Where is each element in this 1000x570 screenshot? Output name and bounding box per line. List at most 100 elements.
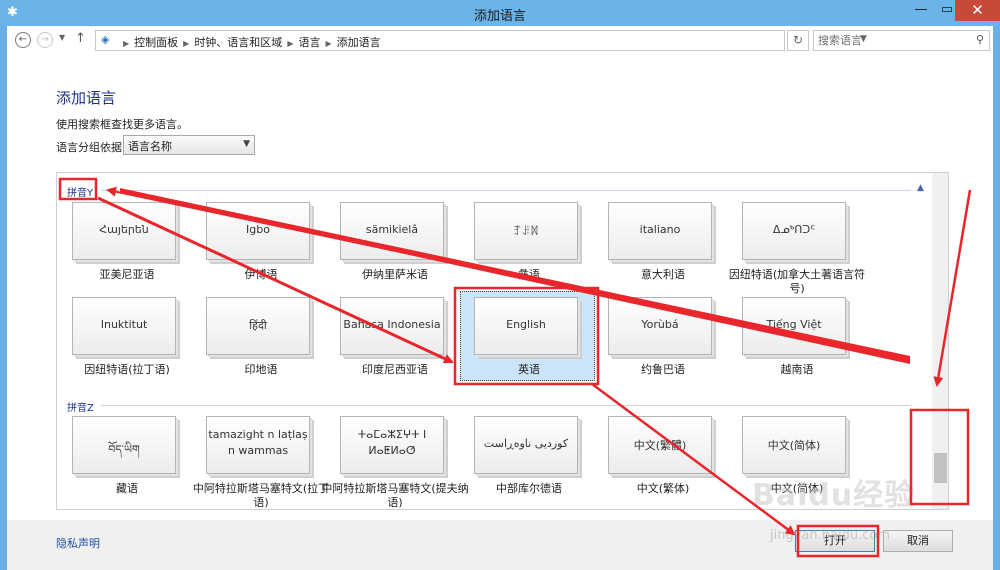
language-name: 因纽特语(拉丁语) [84, 363, 170, 376]
breadcrumb-separator-icon[interactable]: ▶ [325, 39, 331, 48]
language-tile-face: བོད་ཡིག [72, 416, 176, 474]
breadcrumb-item[interactable]: 时钟、语言和区域 [194, 36, 282, 49]
language-tile-selected[interactable]: English 英语 [474, 297, 582, 376]
group-divider [101, 190, 911, 191]
language-tile-face: کوردیی ناوەڕاست [474, 416, 578, 474]
language-name: 意大利语 [641, 268, 685, 281]
language-tile[interactable]: italiano 意大利语 [608, 202, 716, 281]
back-arrow-icon[interactable]: ← [15, 32, 31, 48]
language-name: 彝语 [518, 268, 540, 281]
group-divider [101, 405, 911, 406]
language-tile-face: Bahasa Indonesia [340, 297, 444, 355]
language-name: 亚美尼亚语 [99, 268, 155, 281]
language-name: 约鲁巴语 [641, 363, 685, 376]
language-native-name: کوردیی ناوەڕاست [483, 437, 569, 450]
refresh-icon[interactable]: ↻ [787, 30, 809, 51]
language-native-name: Yorùbá [641, 318, 679, 331]
control-panel-icon: ◈ [101, 33, 110, 46]
privacy-link[interactable]: 隐私声明 [56, 535, 100, 551]
language-native-name: English [506, 318, 546, 331]
up-arrow-icon[interactable]: ↑ [75, 31, 86, 46]
group-header[interactable]: 拼音Y [67, 184, 93, 199]
language-name: 藏语 [116, 482, 138, 495]
language-name: 中阿特拉斯塔马塞特文(拉丁语) [192, 482, 330, 509]
language-tile-face: Հայերեն [72, 202, 176, 260]
language-native-name: ꆈꌠꉙ [513, 225, 539, 238]
language-tile[interactable]: 中文(简体) 中文(简体) [742, 416, 850, 495]
title-bar: ✱ 添加语言 — ▭ ✕ [0, 0, 1000, 26]
scrollbar-thumb[interactable] [934, 453, 947, 483]
group-by-label: 语言分组依据: [56, 141, 126, 154]
language-tile[interactable]: Bahasa Indonesia 印度尼西亚语 [340, 297, 448, 376]
language-native-name: ᐃᓄᒃᑎᑐᑦ [772, 223, 816, 236]
language-tile[interactable]: Yorùbá 约鲁巴语 [608, 297, 716, 376]
language-tile-face: Yorùbá [608, 297, 712, 355]
language-name: 越南语 [780, 363, 814, 376]
close-button[interactable]: ✕ [955, 0, 1000, 21]
language-tile[interactable]: Igbo 伊博语 [206, 202, 314, 281]
breadcrumb-separator-icon: ▶ [123, 39, 130, 48]
cancel-button[interactable]: 取消 [883, 530, 953, 552]
forward-arrow-icon[interactable]: → [37, 32, 53, 48]
language-tile-face: italiano [608, 202, 712, 260]
breadcrumb-item[interactable]: 语言 [298, 36, 320, 49]
minimize-button[interactable]: — [908, 0, 934, 21]
language-name: 中部库尔德语 [496, 482, 562, 495]
breadcrumb-item[interactable]: 添加语言 [337, 36, 381, 49]
language-tile[interactable]: tamazight n laṭlaṣ n wammas 中阿特拉斯塔马塞特文(拉… [193, 416, 329, 509]
page-title: 添加语言 [56, 89, 117, 107]
language-tile-face: Igbo [206, 202, 310, 260]
chevron-down-icon: ▼ [243, 139, 250, 149]
language-native-name: བོད་ཡིག [108, 443, 140, 456]
language-name: 因纽特语(加拿大土著语言符号) [728, 268, 866, 295]
language-tile[interactable]: Հայերեն 亚美尼亚语 [72, 202, 180, 281]
language-native-name: ⵜⴰⵎⴰⵣⵉⵖⵜ ⵏ ⵍⴰⵟⵍⴰⵚ [357, 428, 427, 457]
breadcrumb-item[interactable]: 控制面板 [134, 36, 178, 49]
navigation-bar: ← → ▼ ↑ ◈ ▶控制面板▶时钟、语言和区域▶语言▶添加语言 ▼ ↻ ⚲ [7, 26, 993, 54]
language-tile[interactable]: Inuktitut 因纽特语(拉丁语) [72, 297, 180, 376]
language-native-name: Tiếng Việt [766, 318, 822, 331]
search-icon[interactable]: ⚲ [976, 33, 984, 46]
language-tile[interactable]: کوردیی ناوەڕاست 中部库尔德语 [474, 416, 582, 495]
language-tile[interactable]: ⵜⴰⵎⴰⵣⵉⵖⵜ ⵏ ⵍⴰⵟⵍⴰⵚ 中阿特拉斯塔马塞特文(提夫纳语) [321, 416, 469, 509]
group-by-select[interactable]: 语言名称 ▼ [123, 135, 255, 155]
vertical-scrollbar[interactable] [932, 173, 948, 509]
breadcrumb: ▶ 控制面板 ▶ 时钟、语言和区域 ▶ 语言 ▶ 添加语言 [118, 34, 381, 50]
language-tile-face: हिंदी [206, 297, 310, 355]
group-header[interactable]: 拼音Z [67, 399, 94, 414]
language-list[interactable]: 拼音Y ▲ Հայերեն 亚美尼亚语 Igbo 伊博语 sämikielâ 伊… [56, 172, 949, 510]
language-native-name: Inuktitut [100, 318, 148, 331]
language-tile-face: Inuktitut [72, 297, 176, 355]
search-input[interactable] [818, 32, 968, 49]
address-bar[interactable]: ◈ ▶ 控制面板 ▶ 时钟、语言和区域 ▶ 语言 ▶ 添加语言 ▼ [95, 30, 867, 51]
content-area: 添加语言 使用搜索框查找更多语言。 语言分组依据: 语言名称 ▼ 拼音Y ▲ Հ… [7, 54, 993, 520]
language-tile[interactable]: sämikielâ 伊纳里萨米语 [340, 202, 448, 281]
language-tile[interactable]: Tiếng Việt 越南语 [742, 297, 850, 376]
language-native-name: Հայերեն [99, 223, 149, 236]
language-tile-face: ᐃᓄᒃᑎᑐᑦ [742, 202, 846, 260]
language-name: 中阿特拉斯塔马塞特文(提夫纳语) [321, 482, 469, 509]
language-tile-face: ꆈꌠꉙ [474, 202, 578, 260]
language-native-name: italiano [639, 223, 681, 236]
language-tile[interactable]: ᐃᓄᒃᑎᑐᑦ 因纽特语(加拿大土著语言符号) [729, 202, 865, 295]
recent-locations-icon[interactable]: ▼ [59, 33, 65, 42]
breadcrumb-separator-icon[interactable]: ▶ [287, 39, 293, 48]
language-native-name: Bahasa Indonesia [343, 318, 441, 331]
window-title: 添加语言 [473, 9, 526, 24]
page-description: 使用搜索框查找更多语言。 [56, 118, 188, 131]
language-native-name: हिंदी [249, 319, 267, 332]
language-native-name: sämikielâ [365, 223, 419, 236]
language-tile[interactable]: ꆈꌠꉙ 彝语 [474, 202, 582, 281]
watermark: Baidu经验 [752, 478, 916, 513]
language-tile[interactable]: བོད་ཡིག 藏语 [72, 416, 180, 495]
search-box[interactable]: ⚲ [813, 30, 990, 51]
language-name: 英语 [518, 363, 540, 376]
language-tile-face: sämikielâ [340, 202, 444, 260]
breadcrumb-separator-icon[interactable]: ▶ [183, 39, 189, 48]
language-name: 伊博语 [244, 268, 278, 281]
language-native-name: Igbo [246, 223, 270, 236]
language-name: 中文(繁体) [636, 482, 690, 495]
language-tile[interactable]: हिंदी 印地语 [206, 297, 314, 376]
language-tile[interactable]: 中文(繁體) 中文(繁体) [608, 416, 716, 495]
chevron-up-icon[interactable]: ▲ [917, 183, 924, 193]
